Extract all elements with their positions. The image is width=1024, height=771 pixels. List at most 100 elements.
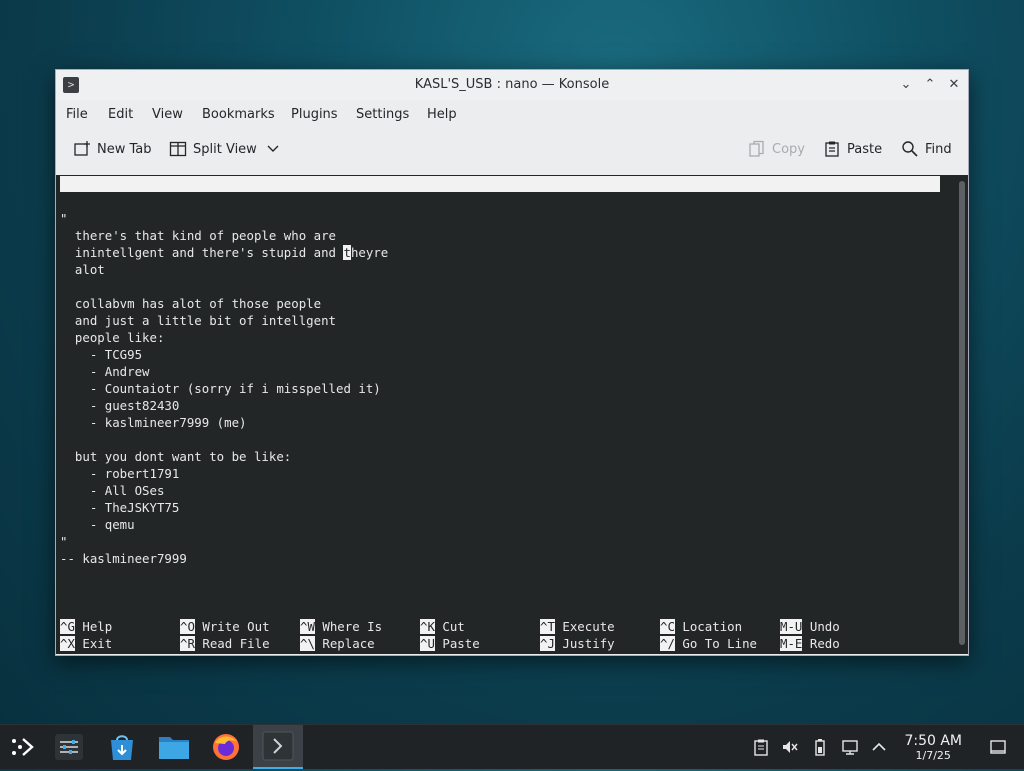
volume-muted-icon[interactable]	[781, 738, 799, 756]
show-hidden-icon[interactable]	[870, 738, 888, 756]
shortcut-key: ^G	[60, 619, 75, 634]
show-desktop-icon[interactable]	[989, 738, 1007, 756]
text-line: -- kaslmineer7999	[60, 551, 187, 566]
shortcut-where-is[interactable]: ^W Where Is	[300, 618, 382, 635]
clock-date: 1/7/25	[915, 749, 951, 762]
shortcut-key: ^C	[660, 619, 675, 634]
konsole-window: > KASL'S_USB : nano — Konsole ⌄ ⌃ ✕ File…	[55, 69, 969, 656]
menu-help[interactable]: Help	[427, 107, 457, 122]
shortcut-label: Help	[82, 619, 113, 634]
taskbar: 7:50 AM 1/7/25	[0, 724, 1024, 769]
shortcut-execute[interactable]: ^T Execute	[540, 618, 615, 635]
nano-filename: words_of_wisdom.txt *	[444, 208, 601, 223]
konsole-icon[interactable]	[253, 725, 303, 769]
paste-button[interactable]: Paste	[823, 140, 882, 158]
text-line: - Countaiotr (sorry if i misspelled it)	[60, 381, 381, 396]
text-line: but you dont want to be like:	[60, 449, 292, 464]
file-manager-icon[interactable]	[157, 731, 191, 763]
shortcut-undo[interactable]: M-U Undo	[780, 618, 840, 635]
text-line: ​	[60, 431, 388, 448]
shortcut-label: Exit	[82, 636, 113, 651]
copy-button[interactable]: Copy	[748, 140, 805, 158]
clipboard-icon[interactable]	[752, 738, 770, 756]
shortcut-key: ^J	[540, 636, 555, 651]
new-tab-button[interactable]: New Tab	[73, 140, 152, 158]
text-line: - robert1791	[60, 466, 180, 481]
shortcut-read-file[interactable]: ^R Read File	[180, 635, 270, 652]
clock-time: 7:50 AM	[904, 733, 962, 749]
menu-bar: File Edit View Bookmarks Plugins Setting…	[56, 100, 968, 128]
split-view-icon	[169, 140, 187, 158]
digital-clock[interactable]: 7:50 AM 1/7/25	[904, 733, 962, 762]
close-button[interactable]: ✕	[944, 75, 964, 95]
firefox-icon[interactable]	[209, 731, 243, 763]
shortcut-label: Undo	[809, 619, 840, 634]
nano-title-bar: GNU nano 7.2 words_of_wisdom.txt *	[60, 176, 940, 223]
text-line-cursor: inintellgent and there's stupid and they…	[60, 244, 388, 261]
shortcut-label: Execute	[562, 619, 615, 634]
nano-editor-text[interactable]: " there's that kind of people who are in…	[60, 193, 388, 601]
text-cursor: t	[343, 245, 351, 260]
menu-file[interactable]: File	[66, 107, 88, 122]
text-line: and just a little bit of intellgent	[60, 313, 337, 328]
chevron-down-icon[interactable]	[267, 142, 279, 157]
split-view-label: Split View	[193, 141, 257, 157]
paste-icon	[823, 140, 841, 158]
shortcut-label: Paste	[442, 636, 480, 651]
shortcut-key: ^\	[300, 636, 315, 651]
cursor-line-prefix: inintellgent and there's stupid and	[60, 245, 344, 260]
new-tab-icon	[73, 140, 91, 158]
shortcut-label: Go To Line	[682, 636, 757, 651]
window-title: KASL'S_USB : nano — Konsole	[414, 77, 610, 92]
shortcut-help[interactable]: ^G Help	[60, 618, 112, 635]
shortcut-go-to-line[interactable]: ^/ Go To Line	[660, 635, 757, 652]
shortcut-label: Location	[682, 619, 743, 634]
text-line: "	[60, 534, 68, 549]
shortcut-location[interactable]: ^C Location	[660, 618, 742, 635]
search-icon	[901, 140, 919, 158]
shortcut-replace[interactable]: ^\ Replace	[300, 635, 375, 652]
shortcut-justify[interactable]: ^J Justify	[540, 635, 615, 652]
application-launcher-icon[interactable]	[5, 731, 39, 763]
system-settings-icon[interactable]	[52, 731, 86, 763]
text-line: - guest82430	[60, 398, 180, 413]
shortcut-key: ^T	[540, 619, 555, 634]
text-line: - TheJSKYT75	[60, 500, 180, 515]
split-view-button[interactable]: Split View	[169, 140, 279, 158]
battery-icon[interactable]	[811, 738, 829, 756]
cursor-line-suffix: heyre	[350, 245, 389, 260]
toolbar: New Tab Split View Copy Paste Find	[56, 128, 968, 170]
shortcut-key: M-E	[780, 636, 803, 651]
discover-store-icon[interactable]	[105, 731, 139, 763]
menu-edit[interactable]: Edit	[108, 107, 133, 122]
shortcut-label: Replace	[322, 636, 375, 651]
network-icon[interactable]	[841, 738, 859, 756]
maximize-button[interactable]: ⌃	[920, 75, 940, 95]
menu-bookmarks[interactable]: Bookmarks	[202, 107, 275, 122]
shortcut-key: ^K	[420, 619, 435, 634]
shortcut-key: ^U	[420, 636, 435, 651]
shortcut-key: ^/	[660, 636, 675, 651]
text-line: - TCG95	[60, 347, 143, 362]
shortcut-paste[interactable]: ^U Paste	[420, 635, 480, 652]
text-line: there's that kind of people who are	[60, 228, 337, 243]
scrollbar-thumb[interactable]	[959, 181, 965, 645]
menu-view[interactable]: View	[152, 107, 183, 122]
text-line: ​	[60, 278, 388, 295]
find-label: Find	[925, 141, 952, 157]
shortcut-redo[interactable]: M-E Redo	[780, 635, 840, 652]
find-button[interactable]: Find	[901, 140, 952, 158]
terminal-scrollbar[interactable]	[956, 175, 968, 654]
nano-shortcut-bar: ^G Help ^O Write Out ^W Where Is ^K Cut …	[60, 618, 940, 652]
terminal-area[interactable]: GNU nano 7.2 words_of_wisdom.txt * " the…	[56, 175, 956, 654]
minimize-button[interactable]: ⌄	[896, 75, 916, 95]
menu-settings[interactable]: Settings	[356, 107, 409, 122]
menu-plugins[interactable]: Plugins	[291, 107, 338, 122]
text-line: collabvm has alot of those people	[60, 296, 322, 311]
shortcut-write-out[interactable]: ^O Write Out	[180, 618, 270, 635]
shortcut-exit[interactable]: ^X Exit	[60, 635, 112, 652]
shortcut-cut[interactable]: ^K Cut	[420, 618, 465, 635]
text-line: alot	[60, 262, 105, 277]
shortcut-key: ^O	[180, 619, 195, 634]
title-bar[interactable]: > KASL'S_USB : nano — Konsole ⌄ ⌃ ✕	[56, 70, 968, 100]
